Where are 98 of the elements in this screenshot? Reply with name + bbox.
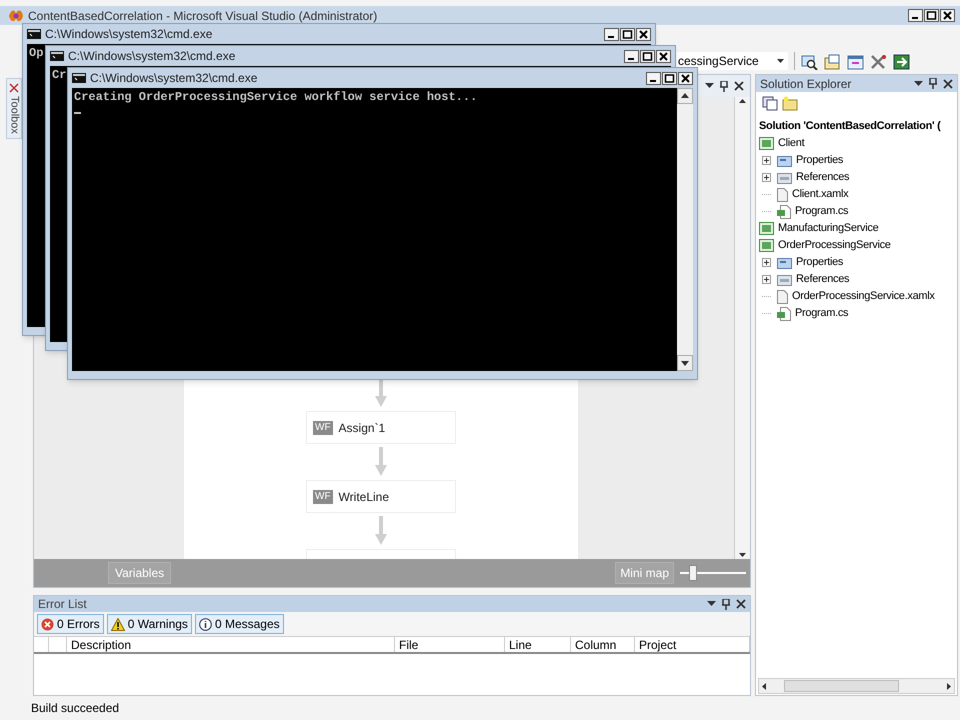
dropdown-icon[interactable] — [914, 80, 923, 86]
activity-box[interactable]: WF Assign`1 — [306, 411, 456, 444]
panel-title: Error List — [38, 596, 87, 613]
error-icon — [41, 618, 54, 630]
filter-button[interactable]: 0 Messages — [194, 614, 284, 634]
console-icon — [50, 51, 64, 61]
close-icon[interactable] — [736, 599, 746, 609]
new-folder-icon[interactable] — [782, 96, 798, 110]
project-icon — [759, 137, 774, 150]
scroll-up-icon — [739, 99, 746, 103]
dropdown-icon — [777, 59, 784, 63]
connector-arrow — [374, 516, 388, 546]
tree-item[interactable]: OrderProcessingService — [759, 237, 957, 254]
connector-arrow — [374, 378, 388, 408]
tools-icon[interactable] — [870, 54, 887, 70]
tree-item[interactable]: Solution 'ContentBasedCorrelation' ( — [759, 118, 957, 135]
start-icon[interactable] — [893, 54, 910, 70]
properties-icon — [777, 154, 792, 167]
tree-item[interactable]: ManufacturingService — [759, 220, 957, 237]
logo-icon — [8, 8, 24, 22]
scroll-right-icon — [947, 682, 951, 690]
scroll-left-icon — [762, 682, 766, 690]
pin-icon[interactable] — [722, 598, 730, 610]
file-icon — [777, 290, 788, 304]
minimize-icon[interactable] — [646, 72, 661, 84]
tree-item[interactable]: Client — [759, 135, 957, 152]
close-icon[interactable] — [943, 78, 953, 88]
status-text: Build succeeded — [31, 700, 120, 717]
column-header[interactable]: Project — [635, 637, 750, 652]
close-icon[interactable] — [940, 9, 955, 22]
code-file-icon — [777, 204, 791, 218]
references-icon — [777, 171, 792, 184]
window-title: ContentBasedCorrelation - Microsoft Visual Studio (Administrator) — [28, 10, 378, 22]
file-icon — [777, 188, 788, 202]
vertical-scrollbar[interactable] — [734, 97, 750, 559]
find-icon[interactable] — [801, 54, 818, 70]
properties-icon — [777, 256, 792, 269]
properties-icon[interactable] — [824, 54, 841, 70]
close-icon[interactable] — [678, 72, 693, 84]
tree-item[interactable]: Program.cs — [759, 203, 957, 220]
panel-title: Solution Explorer — [760, 76, 852, 92]
tree-item[interactable]: OrderProcessingService.xamlx — [759, 288, 957, 305]
scroll-down-icon — [677, 355, 693, 371]
horizontal-scrollbar[interactable] — [758, 678, 955, 694]
scroll-up-icon — [677, 88, 693, 104]
project-dropdown[interactable]: cessingService — [676, 52, 788, 70]
tree-item[interactable]: References — [759, 271, 957, 288]
close-icon[interactable] — [636, 28, 651, 40]
activity-box[interactable]: WF WriteLine — [306, 480, 456, 513]
toolbox-icon — [9, 83, 19, 93]
workflow-icon: WF — [313, 490, 333, 504]
vertical-scrollbar[interactable] — [677, 88, 693, 371]
tree-item[interactable]: Client.xamlx — [759, 186, 957, 203]
console-icon — [72, 73, 86, 83]
console-window[interactable]: C:\Windows\system32\cmd.exe Creating OrderProcessingService workflow service host... — [67, 67, 698, 380]
toolbox-tab[interactable]: Toolbox — [6, 78, 22, 139]
minimize-icon[interactable] — [908, 9, 923, 22]
minimize-icon[interactable] — [604, 28, 619, 40]
close-icon[interactable] — [656, 50, 671, 62]
window-title: C:\Windows\system32\cmd.exe — [68, 48, 236, 65]
window-title: C:\Windows\system32\cmd.exe — [45, 26, 212, 43]
maximize-icon[interactable] — [924, 9, 939, 22]
scroll-down-icon — [739, 553, 746, 557]
tree-item[interactable]: Properties — [759, 254, 957, 271]
window-title: C:\Windows\system32\cmd.exe — [90, 70, 258, 87]
browser-icon[interactable] — [847, 54, 864, 70]
console-text: Op — [29, 46, 44, 60]
console-text: Creating OrderProcessingService workflow service host... — [74, 90, 478, 104]
maximize-icon[interactable] — [662, 72, 677, 84]
column-header[interactable]: Line — [505, 637, 571, 652]
pin-icon[interactable] — [929, 78, 937, 89]
filter-button[interactable]: 0 Errors — [37, 614, 104, 634]
console-icon — [27, 29, 41, 39]
project-icon — [759, 239, 774, 252]
workflow-icon: WF — [313, 420, 333, 434]
zoom-slider[interactable] — [680, 565, 746, 581]
info-icon — [198, 618, 212, 630]
maximize-icon[interactable] — [640, 50, 655, 62]
connector-arrow — [374, 447, 388, 477]
column-header[interactable]: Description — [67, 637, 395, 652]
column-header[interactable]: Column — [571, 637, 635, 652]
column-header[interactable]: File — [395, 637, 505, 652]
filter-button[interactable]: 0 Warnings — [106, 614, 192, 634]
console-text: Cr — [52, 68, 66, 82]
close-icon[interactable] — [734, 81, 744, 91]
dropdown-icon[interactable] — [707, 601, 716, 607]
code-file-icon — [777, 306, 791, 320]
pin-icon[interactable] — [720, 80, 728, 92]
maximize-icon[interactable] — [620, 28, 635, 40]
tree-item[interactable]: Program.cs — [759, 305, 957, 322]
tree-item[interactable]: References — [759, 169, 957, 186]
show-all-files-icon[interactable] — [762, 96, 778, 110]
warning-icon — [110, 618, 125, 630]
tree-item[interactable]: Properties — [759, 152, 957, 169]
references-icon — [777, 273, 792, 286]
dropdown-icon[interactable] — [705, 83, 714, 89]
minimize-icon[interactable] — [624, 50, 639, 62]
project-icon — [759, 222, 774, 235]
